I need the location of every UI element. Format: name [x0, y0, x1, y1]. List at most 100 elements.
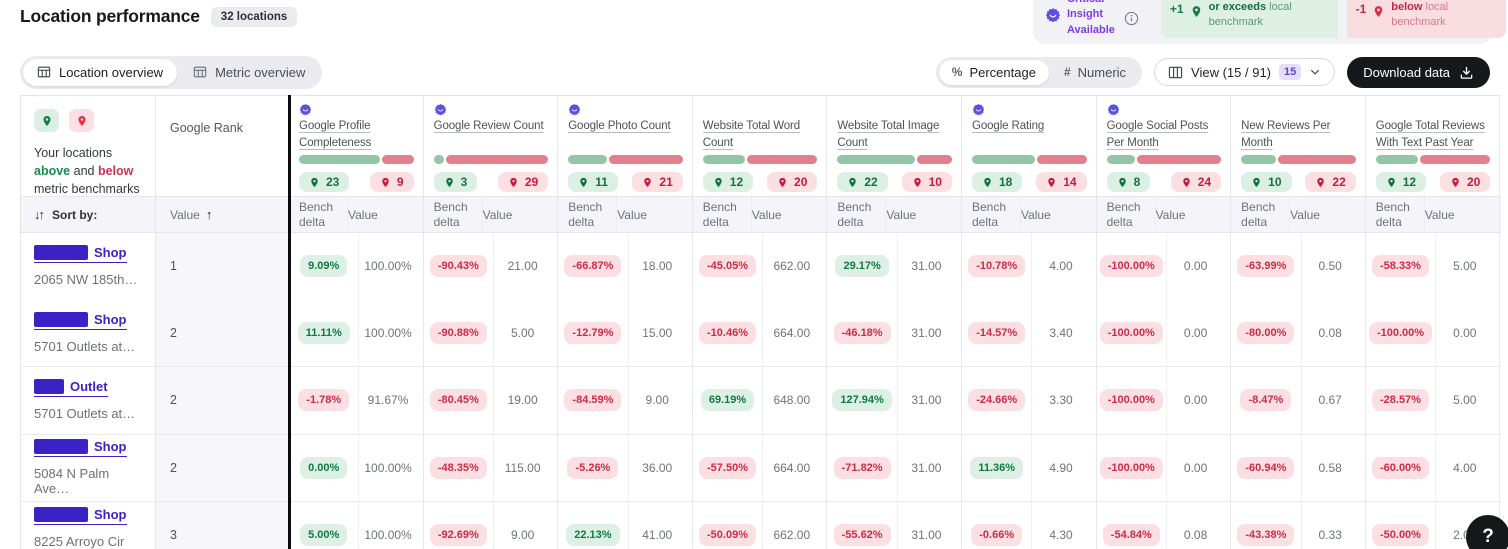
metric-value: 0.00 — [1166, 367, 1230, 434]
bench-delta-header: Bench delta — [289, 200, 347, 230]
metric-sort-cell[interactable]: Bench deltaValue — [693, 197, 828, 232]
metric-value: 21.00 — [493, 233, 557, 300]
metric-sort-cell[interactable]: Bench deltaValue — [962, 197, 1097, 232]
bench-delta-pill: 29.17% — [835, 255, 888, 277]
metric-sort-cell[interactable]: Bench deltaValue — [1366, 197, 1501, 232]
value-header: Value — [751, 197, 790, 232]
frozen-column-divider[interactable] — [288, 95, 291, 549]
bench-delta-header: Bench delta — [558, 200, 616, 230]
location-type-label: Outlet — [70, 379, 108, 394]
mode-numeric[interactable]: # Numeric — [1051, 60, 1139, 85]
metric-title: Website Total Word Count — [703, 118, 818, 154]
below-benchmark-count: 10 — [902, 172, 952, 192]
metric-sort-cell[interactable]: Bench deltaValue — [558, 197, 693, 232]
metric-value: 0.00 — [1166, 233, 1230, 300]
location-link[interactable]: Shop — [34, 507, 127, 525]
metric-column-header[interactable]: Google Rating1814 — [962, 96, 1097, 196]
value-header: Value — [616, 197, 655, 232]
metric-value: 100.00% — [358, 233, 422, 300]
benchmark-ratio-bar — [1107, 155, 1222, 164]
metric-column-header[interactable]: Google Photo Count1121 — [558, 96, 693, 196]
metric-value: 5.00 — [493, 300, 557, 367]
location-performance-table: Your locations above and below metric be… — [20, 95, 1501, 549]
help-icon: ? — [1482, 526, 1494, 548]
metric-sort-cell[interactable]: Bench deltaValue — [289, 197, 424, 232]
metric-column-header[interactable]: New Reviews Per Month1022 — [1231, 96, 1366, 196]
metric-column-header[interactable]: Website Total Image Count2210 — [827, 96, 962, 196]
bench-delta-pill: 11.36% — [970, 457, 1023, 479]
legend-above-benchmark: +1 Value/location meets or exceeds local… — [1161, 0, 1338, 38]
location-type-label: Shop — [94, 245, 127, 260]
bench-delta-pill: -12.79% — [564, 322, 621, 344]
critical-insight-icon — [299, 103, 312, 116]
download-label: Download data — [1363, 65, 1450, 80]
rank-sort-cell[interactable]: Value ↑ — [156, 197, 289, 232]
metric-column-header[interactable]: Website Total Word Count1220 — [693, 96, 828, 196]
tab-metric-overview[interactable]: Metric overview — [179, 59, 319, 86]
above-benchmark-count: 10 — [1241, 172, 1291, 192]
download-data-button[interactable]: Download data — [1347, 57, 1490, 88]
metric-cell: -90.43%21.00 — [424, 233, 559, 300]
metric-sort-cell[interactable]: Bench deltaValue — [1097, 197, 1232, 232]
mode-percentage[interactable]: % Percentage — [939, 60, 1049, 85]
columns-icon — [1168, 65, 1183, 80]
metric-cell: -12.79% 15.00 — [558, 300, 693, 367]
metric-value: 9.00 — [628, 367, 692, 434]
redacted-location-name — [34, 312, 88, 327]
metric-column-header[interactable]: Google Review Count329 — [424, 96, 559, 196]
bench-delta-pill: -60.94% — [1237, 457, 1294, 479]
metric-cell: 69.19%648.00 — [693, 367, 828, 434]
metric-value: 0.00 — [1166, 435, 1230, 502]
metric-sort-cell[interactable]: Bench deltaValue — [424, 197, 559, 232]
table-body: Shop2065 NW 185th…19.09%100.00%-90.43%21… — [21, 233, 1501, 549]
benchmark-ratio-bar — [434, 155, 549, 164]
metric-cell: -100.00%0.00 — [1097, 435, 1232, 502]
table-toolbar: Location overview Metric overview % Perc… — [20, 55, 1490, 89]
view-columns-dropdown[interactable]: View (15 / 91) 15 — [1154, 58, 1335, 86]
bench-delta-pill: -43.38% — [1237, 524, 1294, 546]
metric-cell: -80.00%0.08 — [1231, 300, 1366, 367]
metric-value: 0.00 — [1166, 300, 1230, 367]
tab-location-overview[interactable]: Location overview — [23, 59, 177, 86]
metric-column-header[interactable]: Google Profile Completeness239 — [289, 96, 424, 196]
location-link[interactable]: Shop — [34, 245, 127, 263]
benchmark-note-cell: Your locations above and below metric be… — [21, 96, 156, 196]
metric-value: 15.00 — [628, 300, 692, 367]
metric-cell: -100.00%0.00 — [1097, 233, 1232, 300]
metric-cell: -50.09%662.00 — [693, 502, 828, 549]
value-mode-toggle: % Percentage # Numeric — [936, 57, 1142, 88]
table-icon — [193, 65, 207, 79]
benchmark-note: Your locations above and below metric be… — [34, 144, 141, 196]
bench-delta-pill: -50.00% — [1372, 524, 1429, 546]
metric-sort-cell[interactable]: Bench deltaValue — [827, 197, 962, 232]
help-button[interactable]: ? — [1466, 515, 1508, 549]
metric-column-header[interactable]: Google Total Reviews With Text Past Year… — [1366, 96, 1501, 196]
metric-column-header[interactable]: Google Social Posts Per Month824 — [1097, 96, 1232, 196]
selected-columns-badge: 15 — [1279, 64, 1301, 80]
metric-cell: 11.36%4.90 — [962, 435, 1097, 502]
bench-delta-pill: -84.59% — [564, 389, 621, 411]
location-link[interactable]: Shop — [34, 312, 127, 330]
mode-label: Numeric — [1078, 65, 1126, 80]
bench-delta-pill: -10.78% — [968, 255, 1025, 277]
location-link[interactable]: Outlet — [34, 379, 108, 397]
value-header: Value — [1155, 197, 1194, 232]
pin-icon — [1372, 5, 1385, 18]
metric-sort-cell[interactable]: Bench deltaValue — [1231, 197, 1366, 232]
metric-value: 31.00 — [897, 367, 961, 434]
google-rank-header[interactable]: Google Rank — [156, 96, 289, 196]
redacted-location-name — [34, 245, 88, 260]
metric-cell: 11.11%100.00% — [289, 300, 424, 367]
location-address: 2065 NW 185th… — [34, 272, 145, 287]
info-icon[interactable] — [1124, 11, 1139, 26]
metric-cell: -100.00%0.00 — [1097, 367, 1232, 434]
location-address: 8225 Arroyo Cir #… — [34, 534, 145, 549]
table-row: Shop8225 Arroyo Cir #…35.00%100.00%-92.6… — [21, 501, 1501, 549]
bench-delta-pill: -100.00% — [1100, 457, 1163, 479]
metric-cell: -57.50%664.00 — [693, 435, 828, 502]
metric-value: 5.00 — [1435, 367, 1499, 434]
above-benchmark-count: 23 — [299, 172, 349, 192]
metric-value: 91.67% — [358, 367, 422, 434]
location-link[interactable]: Shop — [34, 439, 127, 457]
sort-by-cell[interactable]: ↓↑ Sort by: — [21, 197, 156, 232]
